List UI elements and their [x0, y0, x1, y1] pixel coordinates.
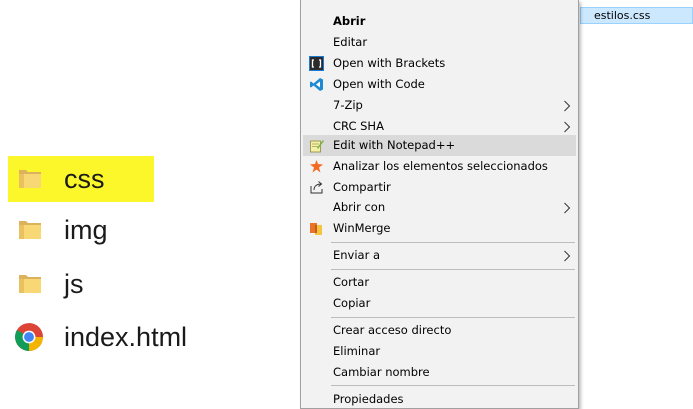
menu-item-edit-with-notepadpp[interactable]: Edit with Notepad++ — [303, 135, 576, 156]
folder-icon — [19, 221, 41, 239]
chrome-html-icon — [15, 323, 43, 351]
menu-item-label: Open with Brackets — [333, 56, 446, 70]
menu-item-eliminar[interactable]: Eliminar — [303, 341, 576, 362]
menu-item-label: Crear acceso directo — [333, 323, 452, 337]
menu-item-crear-acceso-directo[interactable]: Crear acceso directo — [303, 320, 576, 341]
chevron-right-icon — [564, 202, 571, 214]
menu-item-abrir[interactable]: Abrir — [303, 11, 576, 32]
menu-item-label: Open with Code — [333, 77, 425, 91]
menu-item-abrir-con[interactable]: Abrir con — [303, 197, 576, 218]
chevron-right-icon — [564, 100, 571, 112]
file-name: js — [64, 269, 84, 299]
menu-item-label: Analizar los elementos seleccionados — [333, 159, 548, 173]
menu-item-label: 7-Zip — [333, 98, 363, 112]
menu-item-label: Cortar — [333, 275, 370, 289]
menu-item-propiedades[interactable]: Propiedades — [303, 389, 576, 409]
menu-item-label: Compartir — [333, 180, 391, 194]
menu-item-label: Abrir — [333, 14, 366, 28]
menu-item-open-with-code[interactable]: Open with Code — [303, 74, 576, 95]
menu-item-label: CRC SHA — [333, 119, 384, 133]
chevron-right-icon — [564, 121, 571, 133]
chevron-right-icon — [564, 250, 571, 262]
menu-item-winmerge[interactable]: WinMerge — [303, 218, 576, 239]
avast-icon — [310, 160, 323, 173]
menu-item-label: Enviar a — [333, 248, 381, 262]
selected-file-name: estilos.css — [594, 9, 651, 22]
menu-item-label: Eliminar — [333, 344, 381, 358]
menu-separator — [331, 317, 575, 318]
menu-item-cambiar-nombre[interactable]: Cambiar nombre — [303, 362, 576, 383]
menu-item-analizar[interactable]: Analizar los elementos seleccionados — [303, 156, 576, 177]
winmerge-icon — [310, 223, 322, 235]
screenshot-root: css img js index.html estilos.css Abrir … — [0, 0, 693, 409]
file-name: img — [64, 215, 108, 245]
menu-separator — [331, 242, 575, 243]
notepadpp-icon — [310, 140, 324, 153]
folder-icon — [19, 275, 41, 293]
brackets-icon — [309, 56, 324, 71]
menu-item-compartir[interactable]: Compartir — [303, 177, 576, 198]
menu-item-label: Copiar — [333, 296, 371, 310]
menu-item-cortar[interactable]: Cortar — [303, 272, 576, 293]
menu-item-label: Edit with Notepad++ — [333, 138, 456, 152]
folder-icon — [19, 170, 41, 188]
menu-item-editar[interactable]: Editar — [303, 32, 576, 53]
file-name: css — [64, 164, 105, 194]
menu-item-enviar-a[interactable]: Enviar a — [303, 245, 576, 266]
menu-item-crc-sha[interactable]: CRC SHA — [303, 116, 576, 137]
menu-item-copiar[interactable]: Copiar — [303, 293, 576, 314]
menu-item-label: Propiedades — [333, 392, 404, 406]
menu-separator — [331, 269, 575, 270]
menu-item-label: Cambiar nombre — [333, 365, 430, 379]
menu-item-label: Editar — [333, 35, 368, 49]
share-icon — [310, 181, 323, 194]
file-name: index.html — [64, 322, 188, 352]
menu-item-open-with-brackets[interactable]: Open with Brackets — [303, 53, 576, 74]
context-menu: Abrir Editar Open with Brackets Open wit… — [300, 0, 579, 409]
menu-item-7zip[interactable]: 7-Zip — [303, 95, 576, 116]
menu-item-label: WinMerge — [333, 221, 391, 235]
menu-separator — [331, 385, 575, 386]
vscode-icon — [310, 78, 323, 91]
selected-file[interactable]: estilos.css — [580, 7, 693, 24]
menu-item-label: Abrir con — [333, 200, 386, 214]
